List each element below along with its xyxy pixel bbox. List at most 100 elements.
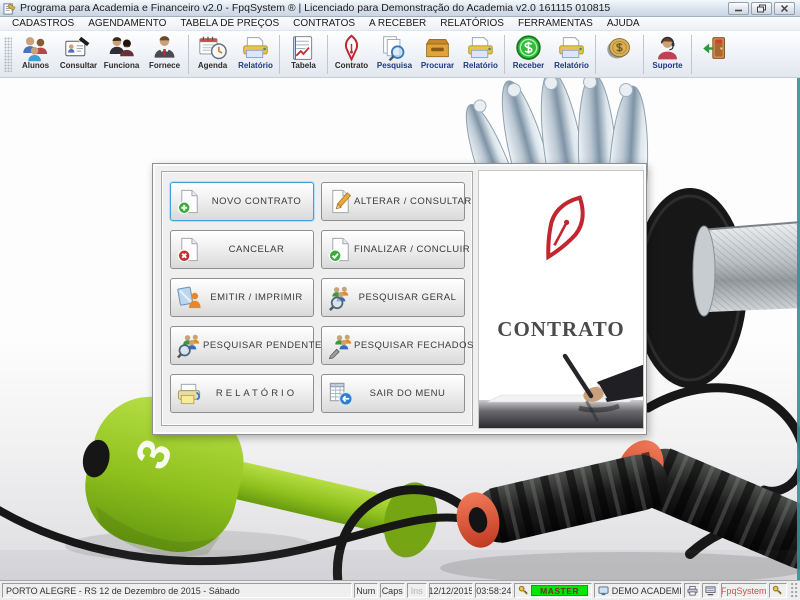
toolbar-separator [504,35,505,74]
status-company: DEMO ACADEMIA 2.0 [593,583,683,598]
user-key-icon [773,585,782,595]
menu-item-tabela-de-precos[interactable]: TABELA DE PREÇOS [173,18,286,29]
toolbar: Alunos Consultar Funciona Fornece Agenda… [0,31,800,78]
contract-image-panel: CONTRATO [478,170,644,429]
toolbar-separator [279,35,280,74]
search-people-icon [329,286,349,311]
close-button[interactable] [774,1,795,15]
finalizar-concluir-button[interactable]: FINALIZAR / CONCLUIR [321,230,470,269]
toolbar-button-agenda[interactable]: Agenda [191,32,234,77]
table-chart-icon [293,36,313,60]
relatorio-button[interactable]: RELATÓRIO [170,374,314,413]
app-window: Programa para Academia e Financeiro v2.0… [0,0,800,600]
toolbar-button-relatorio-receber[interactable]: Relatório [550,32,593,77]
novo-contrato-button[interactable]: NOVO CONTRATO [170,182,314,221]
consult-card-icon [65,36,90,57]
search-people-icon [177,334,200,359]
user-key-icon [519,585,529,595]
document-edit-icon [332,189,352,214]
pesquisar-pendentes-button[interactable]: PESQUISAR PENDENTES [170,326,328,365]
agenda-clock-icon [199,36,227,60]
printer-icon [687,585,698,596]
menu-bar: CADASTROS AGENDAMENTO TABELA DE PREÇOS C… [0,17,800,31]
document-check-icon [328,237,349,263]
menu-item-cadastros[interactable]: CADASTROS [5,18,81,29]
restore-button[interactable] [751,1,772,15]
barbell [633,188,800,388]
menu-item-a-receber[interactable]: A RECEBER [362,18,433,29]
employees-icon [109,37,134,57]
menu-item-ajuda[interactable]: AJUDA [600,18,647,29]
status-display[interactable] [702,583,719,598]
drawer-icon [425,38,450,58]
signing-hand-image [479,353,643,428]
toolbar-button-consultar[interactable]: Consultar [57,32,100,77]
menu-item-contratos[interactable]: CONTRATOS [286,18,362,29]
status-bar: PORTO ALEGRE - RS 12 de Dezembro de 2015… [0,580,800,600]
toolbar-separator [327,35,328,74]
cancelar-button[interactable]: CANCELAR [170,230,314,269]
status-insert-mode: Ins [406,583,427,598]
toolbar-separator [188,35,189,74]
toolbar-button-procurar[interactable]: Procurar [416,32,459,77]
toolbar-button-funcionarios[interactable]: Funciona [100,32,143,77]
toolbar-button-fornecedores[interactable]: Fornece [143,32,186,77]
people-pen-icon [328,334,352,359]
rope-handle-front [456,451,668,548]
status-printer[interactable] [684,583,701,598]
toolbar-button-receber[interactable]: Receber [507,32,550,77]
toolbar-button-alunos[interactable]: Alunos [14,32,57,77]
alterar-consultar-button[interactable]: ALTERAR / CONSULTAR [321,182,471,221]
status-user: MASTER [514,583,592,598]
receive-money-icon [516,35,541,60]
panel-caption: CONTRATO [497,317,625,341]
status-num-lock: Num [354,583,378,598]
toolbar-button-moeda[interactable] [598,32,641,77]
menu-item-agendamento[interactable]: AGENDAMENTO [81,18,173,29]
status-location-date: PORTO ALEGRE - RS 12 de Dezembro de 2015… [2,583,352,598]
toolbar-separator [595,35,596,74]
title-bar: Programa para Academia e Financeiro v2.0… [0,0,800,17]
exit-door-icon [703,37,726,59]
workspace: 3 NOVO CONTRATO ALTERAR / CONSULTAR CANC… [0,78,800,580]
menu-item-ferramentas[interactable]: FERRAMENTAS [511,18,600,29]
resize-grip[interactable] [788,583,799,598]
toolbar-button-tabela[interactable]: Tabela [282,32,325,77]
app-icon [3,2,16,15]
sair-do-menu-button[interactable]: SAIR DO MENU [321,374,465,413]
students-icon [23,37,48,62]
report-printer-icon [243,37,268,59]
status-brand: FpqSystem [720,583,767,598]
toolbar-button-pesquisa[interactable]: Pesquisa [373,32,416,77]
button-panel: NOVO CONTRATO ALTERAR / CONSULTAR CANCEL… [161,171,473,426]
pesquisar-fechados-button[interactable]: PESQUISAR FECHADOS [321,326,473,365]
status-date: 12/12/2015 [428,583,474,598]
printer-icon [177,383,201,405]
toolbar-separator [643,35,644,74]
monitor-icon [705,585,716,595]
document-add-icon [177,189,198,215]
toolbar-button-contrato[interactable]: Contrato [330,32,373,77]
menu-item-relatorios[interactable]: RELATÓRIOS [433,18,511,29]
document-cancel-icon [177,237,198,263]
window-title: Programa para Academia e Financeiro v2.0… [20,2,611,14]
computer-icon [598,585,609,595]
status-time: 03:58:24 [475,583,513,598]
toolbar-button-relatorio-contrato[interactable]: Relatório [459,32,502,77]
emitir-imprimir-button[interactable]: EMITIR / IMPRIMIR [170,278,314,317]
toolbar-button-suporte[interactable]: Suporte [646,32,689,77]
toolbar-button-relatorio-agenda[interactable]: Relatório [234,32,277,77]
emit-person-icon [177,286,201,309]
minimize-button[interactable] [728,1,749,15]
pesquisar-geral-button[interactable]: PESQUISAR GERAL [321,278,465,317]
status-caps-lock: Caps [379,583,405,598]
exit-grid-icon [329,382,353,406]
support-headset-icon [657,36,678,60]
pen-nib-icon [546,195,585,261]
supplier-icon [154,36,175,58]
search-pages-icon [383,36,405,62]
toolbar-separator [691,35,692,74]
report-printer-icon [468,37,493,59]
toolbar-button-sair[interactable] [694,32,737,77]
contract-menu-dialog: NOVO CONTRATO ALTERAR / CONSULTAR CANCEL… [152,163,647,435]
